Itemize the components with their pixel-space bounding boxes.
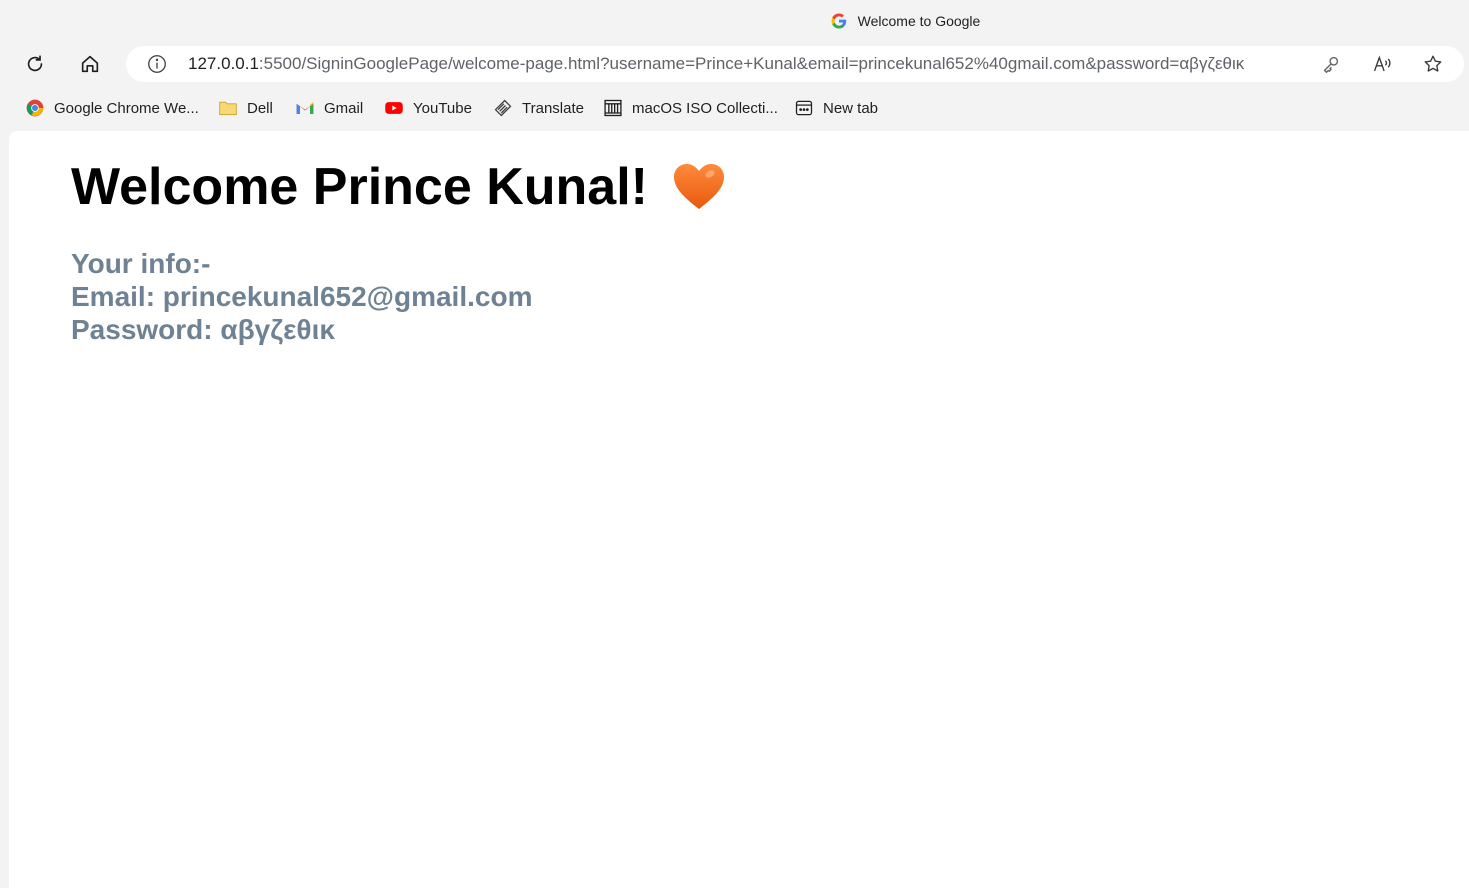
welcome-heading-text: Welcome Prince Kunal!	[71, 158, 648, 216]
user-info: Your info:- Email: princekunal652@gmail.…	[71, 247, 532, 346]
chrome-icon	[26, 99, 44, 117]
url-host: 127.0.0.1	[188, 54, 259, 73]
bookmark-new-tab[interactable]: New tab	[794, 96, 878, 120]
info-title: Your info:-	[71, 248, 211, 279]
youtube-icon	[385, 102, 403, 114]
favorite-star-icon[interactable]	[1422, 53, 1444, 75]
tab-title: Welcome to Google	[857, 13, 981, 29]
bookmark-dell[interactable]: Dell	[218, 96, 273, 120]
google-logo-icon	[831, 13, 846, 29]
bookmark-label: macOS ISO Collecti...	[632, 99, 778, 117]
archive-icon	[604, 99, 622, 117]
new-tab-icon	[795, 100, 813, 116]
title-bar: Welcome to Google	[0, 0, 1469, 42]
folder-icon	[219, 101, 237, 116]
address-bar[interactable]: 127.0.0.1:5500/SigninGooglePage/welcome-…	[126, 46, 1464, 82]
bookmarks-bar: Google Chrome We... Dell Gmail YouTube T…	[0, 86, 1469, 130]
bookmark-label: Gmail	[324, 99, 364, 117]
email-line: Email: princekunal652@gmail.com	[71, 281, 533, 312]
welcome-heading: Welcome Prince Kunal!	[71, 157, 726, 217]
browser-tab[interactable]: Welcome to Google	[760, 0, 1050, 42]
bookmark-google-chrome[interactable]: Google Chrome We...	[25, 96, 199, 120]
bookmark-youtube[interactable]: YouTube	[384, 96, 472, 120]
home-icon	[81, 55, 99, 73]
url-text[interactable]: 127.0.0.1:5500/SigninGooglePage/welcome-…	[188, 54, 1288, 74]
bookmark-label: YouTube	[413, 99, 472, 117]
bookmark-label: Dell	[247, 99, 273, 117]
read-aloud-icon[interactable]	[1372, 53, 1394, 75]
bookmark-gmail[interactable]: Gmail	[295, 96, 363, 120]
password-line: Password: αβγζεθικ	[71, 314, 335, 345]
key-icon[interactable]	[1320, 53, 1342, 75]
bookmark-translate[interactable]: Translate	[493, 96, 584, 120]
gmail-icon	[296, 102, 314, 114]
bookmark-macos-iso[interactable]: macOS ISO Collecti...	[603, 96, 778, 120]
url-path: :5500/SigninGooglePage/welcome-page.html…	[258, 54, 1245, 73]
home-button[interactable]	[76, 50, 104, 78]
translate-icon	[494, 99, 512, 117]
bookmark-label: Translate	[522, 99, 584, 117]
orange-heart-icon	[673, 164, 724, 209]
reload-icon	[27, 55, 43, 72]
page-content: Welcome Prince Kunal! Your info:- Email:…	[9, 131, 1469, 888]
bookmark-label: Google Chrome We...	[54, 99, 199, 117]
site-info-icon[interactable]	[146, 53, 168, 75]
reload-button[interactable]	[21, 50, 49, 78]
bookmark-label: New tab	[823, 99, 879, 117]
browser-toolbar: 127.0.0.1:5500/SigninGooglePage/welcome-…	[0, 42, 1469, 86]
